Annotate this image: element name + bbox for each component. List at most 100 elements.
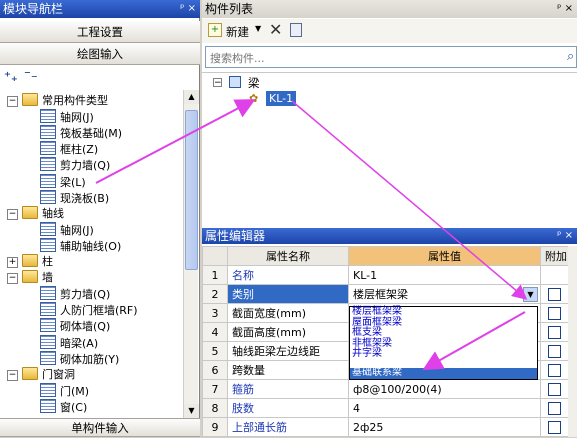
nav-tree-label: 窗(C) <box>60 400 88 414</box>
copy-icon[interactable] <box>290 23 302 37</box>
tree-root-label[interactable]: 梁 <box>248 75 260 91</box>
scroll-thumb[interactable] <box>185 110 198 270</box>
nav-tree-item[interactable]: 辅助轴线(O) <box>40 237 122 254</box>
tree-expand-toggle[interactable]: − <box>7 369 18 381</box>
property-row[interactable]: 7 箍筋 ф8@100/200(4) <box>202 379 569 399</box>
draw-input-button[interactable]: 绘图输入 <box>0 43 200 65</box>
chevron-down-icon[interactable]: ▼ <box>255 24 261 33</box>
header-prop-value: 属性值 <box>348 246 541 266</box>
extra-checkbox-cell <box>540 341 569 361</box>
chevron-down-icon[interactable]: ▼ <box>523 287 538 302</box>
pin-icon[interactable]: ᵖ × <box>180 0 196 18</box>
nav-tree-item[interactable]: 墙 <box>22 270 53 286</box>
header-prop-name: 属性名称 <box>227 246 349 266</box>
nav-tree-item[interactable]: 框柱(Z) <box>40 141 98 157</box>
extra-checkbox[interactable] <box>548 325 561 339</box>
property-scrollbar[interactable] <box>568 246 577 437</box>
new-component-icon[interactable]: + <box>208 23 222 37</box>
aux-axis-icon <box>40 237 56 252</box>
nav-tree-label: 框柱(Z) <box>60 143 99 157</box>
folder-icon <box>22 366 38 380</box>
row-number: 2 <box>202 284 228 304</box>
header-corner <box>202 246 228 266</box>
property-name-cell: 肢数 <box>227 398 349 418</box>
property-value-cell[interactable]: ф8@100/200(4) <box>348 379 541 399</box>
property-value-cell[interactable]: 楼层框架梁 ▼ <box>348 284 541 304</box>
nav-tree-label: 剪力墙(Q) <box>60 159 111 173</box>
collapse-toggle[interactable]: − <box>213 78 222 88</box>
nav-tree-item[interactable]: 窗(C) <box>40 398 88 415</box>
tree-expand-toggle[interactable]: − <box>7 208 18 220</box>
nav-tree-item[interactable]: 人防门框墙(RF) <box>40 302 138 318</box>
search-icon[interactable]: ⌕ <box>567 49 574 64</box>
scroll-up-icon[interactable]: ▲ <box>184 90 199 104</box>
tree-expand-toggle[interactable]: − <box>7 96 18 107</box>
tree-expand-toggle[interactable]: + <box>7 257 18 268</box>
nav-tree-item[interactable]: 砌体墙(Q) <box>40 318 110 334</box>
nav-tree-item[interactable]: 剪力墙(Q) <box>40 286 110 302</box>
property-row[interactable]: 1 名称 KL-1 <box>202 265 569 285</box>
window-icon <box>40 398 56 413</box>
nav-tree: − 常用构件类型 轴网(J) 筏板基础(M) 框柱(Z) 剪力墙(Q) 梁(L) 现浇板(B)… <box>0 90 183 418</box>
property-name-cell: 名称 <box>227 265 349 285</box>
dropdown-option[interactable]: 井字梁 <box>350 349 537 360</box>
nav-tree-item[interactable]: 梁(L) <box>40 173 86 190</box>
nav-tree-item[interactable]: 砌体加筋(Y) <box>40 350 119 367</box>
project-settings-button[interactable]: 工程设置 <box>0 21 200 43</box>
property-row[interactable]: 2 类别 楼层框架梁 ▼ <box>202 284 569 304</box>
scroll-down-icon[interactable]: ▼ <box>184 404 199 418</box>
nav-scrollbar[interactable]: ▲ ▼ <box>183 90 199 418</box>
extra-checkbox[interactable] <box>548 401 561 415</box>
property-value-cell[interactable]: 4 <box>348 398 541 418</box>
extra-checkbox[interactable] <box>548 420 561 434</box>
axis-grid-icon <box>40 221 56 236</box>
nav-tree-item[interactable]: 筏板基础(M) <box>40 125 122 141</box>
pin-icon[interactable]: ᵖ × <box>557 228 573 244</box>
property-row[interactable]: 9 上部通长筋 2ф25 <box>202 417 569 437</box>
extra-checkbox[interactable] <box>548 363 561 377</box>
extra-checkbox[interactable] <box>548 344 561 358</box>
pin-icon[interactable]: ᵖ × <box>557 0 573 18</box>
nav-tree-item[interactable]: 轴网(J) <box>40 109 94 125</box>
nav-tree-label: 现浇板(B) <box>60 191 110 205</box>
extra-checkbox[interactable] <box>548 306 561 320</box>
extra-checkbox[interactable] <box>548 382 561 396</box>
extra-checkbox-cell <box>540 284 569 304</box>
property-value-cell[interactable]: 2ф25 <box>348 417 541 437</box>
property-editor-titlebar: 属性编辑器 ᵖ × <box>202 228 577 244</box>
extra-checkbox[interactable] <box>548 287 561 301</box>
property-row[interactable]: 8 肢数 4 <box>202 398 569 418</box>
dropdown-option[interactable]: 楼层框架梁 <box>350 307 537 318</box>
row-number: 9 <box>202 417 228 437</box>
single-component-input-button[interactable]: 单构件输入 <box>0 418 200 437</box>
nav-tree-item[interactable]: 暗梁(A) <box>40 334 98 351</box>
nav-tree-item[interactable]: 现浇板(B) <box>40 189 110 206</box>
beam-icon <box>40 173 56 188</box>
extra-checkbox-cell <box>540 379 569 399</box>
nav-tree-item[interactable]: 常用构件类型 <box>22 93 108 109</box>
expand-all-icon[interactable]: ⁺₊ <box>4 70 18 85</box>
shear-wall-icon <box>40 157 56 172</box>
nav-tree-item[interactable]: 门窗洞 <box>22 366 75 383</box>
nav-tree-item[interactable]: 轴网(J) <box>40 221 94 238</box>
nav-tree-item[interactable]: 剪力墙(Q) <box>40 157 110 173</box>
nav-tree-label: 门(M) <box>60 384 90 398</box>
property-value-cell[interactable]: KL-1 <box>348 265 541 285</box>
new-button-label[interactable]: 新建 <box>226 24 249 40</box>
component-list-panel: 构件列表 ᵖ × + 新建 ▼ ✕ ⌕ − 梁 ✿ KL-1 <box>202 0 577 228</box>
collapse-all-icon[interactable]: ⁻₋ <box>24 68 38 83</box>
search-input[interactable] <box>208 49 552 67</box>
property-editor-title: 属性编辑器 <box>205 229 266 243</box>
tree-expand-toggle[interactable]: − <box>7 273 18 285</box>
nav-tree-item[interactable]: 柱 <box>22 254 53 270</box>
category-dropdown-list[interactable]: 楼层框架梁 屋面框架梁 框支梁 非框架梁 井字梁 基础联系梁 <box>349 306 538 380</box>
nav-tree-item[interactable]: 轴线 <box>22 205 64 222</box>
nav-tree-item[interactable]: 门(M) <box>40 382 90 399</box>
dropdown-option[interactable]: 基础联系梁 <box>350 368 537 379</box>
door-icon <box>40 382 56 397</box>
delete-icon[interactable]: ✕ <box>269 20 282 39</box>
component-item-kl1[interactable]: KL-1 <box>266 91 297 106</box>
component-list-title: 构件列表 <box>205 2 254 16</box>
nav-tree-label: 辅助轴线(O) <box>60 239 122 253</box>
nav-tree-label: 梁(L) <box>60 175 86 189</box>
